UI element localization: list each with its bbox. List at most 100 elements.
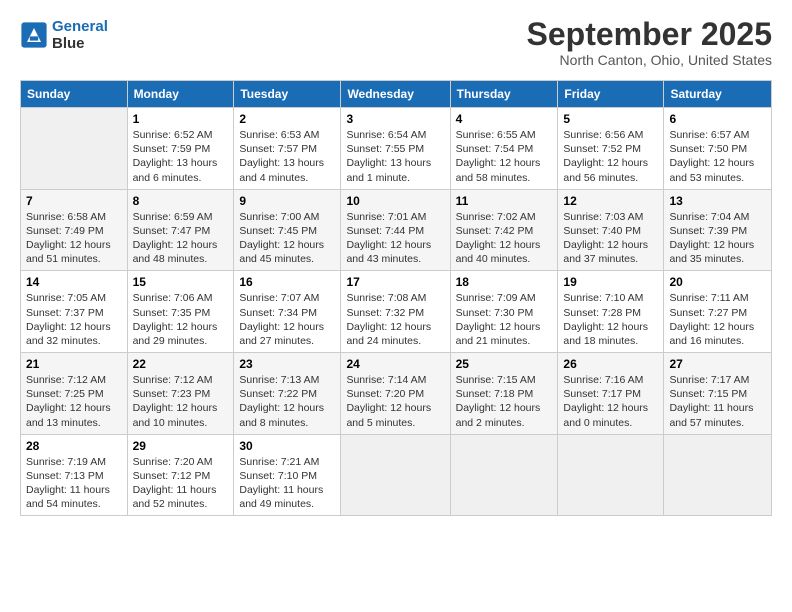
day-info: Sunrise: 7:20 AMSunset: 7:12 PMDaylight:… <box>133 455 229 512</box>
calendar-week-1: 7 Sunrise: 6:58 AMSunset: 7:49 PMDaylight… <box>21 189 772 271</box>
logo-general: General <box>52 18 108 35</box>
day-number: 16 <box>239 275 335 289</box>
calendar-cell: 3 Sunrise: 6:54 AMSunset: 7:55 PMDaylight… <box>341 108 450 190</box>
day-info: Sunrise: 6:58 AMSunset: 7:49 PMDaylight:… <box>26 210 122 267</box>
day-info: Sunrise: 6:56 AMSunset: 7:52 PMDaylight:… <box>563 128 658 185</box>
calendar-week-3: 21Sunrise: 7:12 AMSunset: 7:25 PMDayligh… <box>21 353 772 435</box>
day-number: 18 <box>456 275 553 289</box>
day-number: 19 <box>563 275 658 289</box>
day-info: Sunrise: 7:12 AMSunset: 7:23 PMDaylight:… <box>133 373 229 430</box>
calendar-cell: 6Sunrise: 6:57 AMSunset: 7:50 PMDaylight… <box>664 108 772 190</box>
day-info: Sunrise: 7:02 AMSunset: 7:42 PMDaylight:… <box>456 210 553 267</box>
day-info: Sunrise: 6:57 AMSunset: 7:50 PMDaylight:… <box>669 128 766 185</box>
day-info: Sunrise: 7:17 AMSunset: 7:15 PMDaylight:… <box>669 373 766 430</box>
day-info: Sunrise: 7:14 AMSunset: 7:20 PMDaylight:… <box>346 373 444 430</box>
logo-blue: Blue <box>52 35 85 52</box>
logo-text: General Blue <box>52 18 108 52</box>
calendar-cell: 11Sunrise: 7:02 AMSunset: 7:42 PMDayligh… <box>450 189 558 271</box>
day-number: 21 <box>26 357 122 371</box>
day-info: Sunrise: 7:10 AMSunset: 7:28 PMDaylight:… <box>563 291 658 348</box>
month-title: September 2025 <box>527 18 772 50</box>
day-number: 20 <box>669 275 766 289</box>
day-number: 27 <box>669 357 766 371</box>
day-info: Sunrise: 7:09 AMSunset: 7:30 PMDaylight:… <box>456 291 553 348</box>
calendar-cell: 17Sunrise: 7:08 AMSunset: 7:32 PMDayligh… <box>341 271 450 353</box>
day-info: Sunrise: 7:16 AMSunset: 7:17 PMDaylight:… <box>563 373 658 430</box>
day-number: 29 <box>133 439 229 453</box>
day-info: Sunrise: 6:54 AMSunset: 7:55 PMDaylight:… <box>346 128 444 185</box>
day-number: 2 <box>239 112 335 126</box>
day-number: 12 <box>563 194 658 208</box>
calendar-week-4: 28 Sunrise: 7:19 AMSunset: 7:13 PMDayligh… <box>21 434 772 516</box>
day-number: 17 <box>346 275 444 289</box>
calendar-cell: 19 Sunrise: 7:10 AMSunset: 7:28 PMDayligh… <box>558 271 664 353</box>
calendar-cell: 14Sunrise: 7:05 AMSunset: 7:37 PMDayligh… <box>21 271 128 353</box>
day-number: 15 <box>133 275 229 289</box>
location: North Canton, Ohio, United States <box>527 52 772 68</box>
day-info: Sunrise: 7:00 AMSunset: 7:45 PMDaylight:… <box>239 210 335 267</box>
calendar-cell: 22Sunrise: 7:12 AMSunset: 7:23 PMDayligh… <box>127 353 234 435</box>
calendar-cell: 23Sunrise: 7:13 AMSunset: 7:22 PMDayligh… <box>234 353 341 435</box>
calendar-cell: 26 Sunrise: 7:16 AMSunset: 7:17 PMDayligh… <box>558 353 664 435</box>
calendar-cell: 25 Sunrise: 7:15 AMSunset: 7:18 PMDayligh… <box>450 353 558 435</box>
calendar-cell: 27 Sunrise: 7:17 AMSunset: 7:15 PMDayligh… <box>664 353 772 435</box>
calendar-cell: 5 Sunrise: 6:56 AMSunset: 7:52 PMDaylight… <box>558 108 664 190</box>
calendar-cell <box>558 434 664 516</box>
calendar-cell <box>664 434 772 516</box>
day-number: 9 <box>239 194 335 208</box>
calendar-cell: 24Sunrise: 7:14 AMSunset: 7:20 PMDayligh… <box>341 353 450 435</box>
calendar-cell <box>21 108 128 190</box>
day-info: Sunrise: 7:13 AMSunset: 7:22 PMDaylight:… <box>239 373 335 430</box>
calendar-cell: 8Sunrise: 6:59 AMSunset: 7:47 PMDaylight… <box>127 189 234 271</box>
calendar-cell: 18 Sunrise: 7:09 AMSunset: 7:30 PMDayligh… <box>450 271 558 353</box>
day-info: Sunrise: 6:55 AMSunset: 7:54 PMDaylight:… <box>456 128 553 185</box>
day-number: 8 <box>133 194 229 208</box>
calendar-body: 1Sunrise: 6:52 AMSunset: 7:59 PMDaylight… <box>21 108 772 516</box>
header: General Blue September 2025 North Canton… <box>20 18 772 68</box>
calendar-cell: 13Sunrise: 7:04 AMSunset: 7:39 PMDayligh… <box>664 189 772 271</box>
header-sunday: Sunday <box>21 81 128 108</box>
header-saturday: Saturday <box>664 81 772 108</box>
day-info: Sunrise: 7:15 AMSunset: 7:18 PMDaylight:… <box>456 373 553 430</box>
day-number: 7 <box>26 194 122 208</box>
day-number: 30 <box>239 439 335 453</box>
day-info: Sunrise: 7:04 AMSunset: 7:39 PMDaylight:… <box>669 210 766 267</box>
day-number: 14 <box>26 275 122 289</box>
calendar-cell: 29 Sunrise: 7:20 AMSunset: 7:12 PMDayligh… <box>127 434 234 516</box>
header-wednesday: Wednesday <box>341 81 450 108</box>
day-info: Sunrise: 7:19 AMSunset: 7:13 PMDaylight:… <box>26 455 122 512</box>
day-info: Sunrise: 7:03 AMSunset: 7:40 PMDaylight:… <box>563 210 658 267</box>
day-number: 4 <box>456 112 553 126</box>
logo: General Blue <box>20 18 108 52</box>
calendar-cell: 10 Sunrise: 7:01 AMSunset: 7:44 PMDayligh… <box>341 189 450 271</box>
calendar-table: Sunday Monday Tuesday Wednesday Thursday… <box>20 80 772 516</box>
header-tuesday: Tuesday <box>234 81 341 108</box>
calendar-cell: 2 Sunrise: 6:53 AMSunset: 7:57 PMDaylight… <box>234 108 341 190</box>
day-info: Sunrise: 7:01 AMSunset: 7:44 PMDaylight:… <box>346 210 444 267</box>
logo-icon <box>20 21 48 49</box>
calendar-cell <box>341 434 450 516</box>
calendar-cell: 16 Sunrise: 7:07 AMSunset: 7:34 PMDayligh… <box>234 271 341 353</box>
calendar-cell: 9 Sunrise: 7:00 AMSunset: 7:45 PMDaylight… <box>234 189 341 271</box>
header-friday: Friday <box>558 81 664 108</box>
calendar-cell: 21Sunrise: 7:12 AMSunset: 7:25 PMDayligh… <box>21 353 128 435</box>
day-info: Sunrise: 6:52 AMSunset: 7:59 PMDaylight:… <box>133 128 229 185</box>
day-number: 10 <box>346 194 444 208</box>
calendar-cell: 1Sunrise: 6:52 AMSunset: 7:59 PMDaylight… <box>127 108 234 190</box>
day-info: Sunrise: 6:53 AMSunset: 7:57 PMDaylight:… <box>239 128 335 185</box>
calendar-cell: 20 Sunrise: 7:11 AMSunset: 7:27 PMDayligh… <box>664 271 772 353</box>
calendar-cell: 28 Sunrise: 7:19 AMSunset: 7:13 PMDayligh… <box>21 434 128 516</box>
calendar-week-0: 1Sunrise: 6:52 AMSunset: 7:59 PMDaylight… <box>21 108 772 190</box>
calendar-week-2: 14Sunrise: 7:05 AMSunset: 7:37 PMDayligh… <box>21 271 772 353</box>
calendar-cell: 15 Sunrise: 7:06 AMSunset: 7:35 PMDayligh… <box>127 271 234 353</box>
calendar-cell: 12 Sunrise: 7:03 AMSunset: 7:40 PMDayligh… <box>558 189 664 271</box>
day-number: 5 <box>563 112 658 126</box>
day-info: Sunrise: 7:07 AMSunset: 7:34 PMDaylight:… <box>239 291 335 348</box>
day-info: Sunrise: 7:06 AMSunset: 7:35 PMDaylight:… <box>133 291 229 348</box>
day-number: 3 <box>346 112 444 126</box>
day-number: 25 <box>456 357 553 371</box>
day-number: 26 <box>563 357 658 371</box>
day-number: 28 <box>26 439 122 453</box>
calendar-cell: 30Sunrise: 7:21 AMSunset: 7:10 PMDayligh… <box>234 434 341 516</box>
day-info: Sunrise: 7:11 AMSunset: 7:27 PMDaylight:… <box>669 291 766 348</box>
